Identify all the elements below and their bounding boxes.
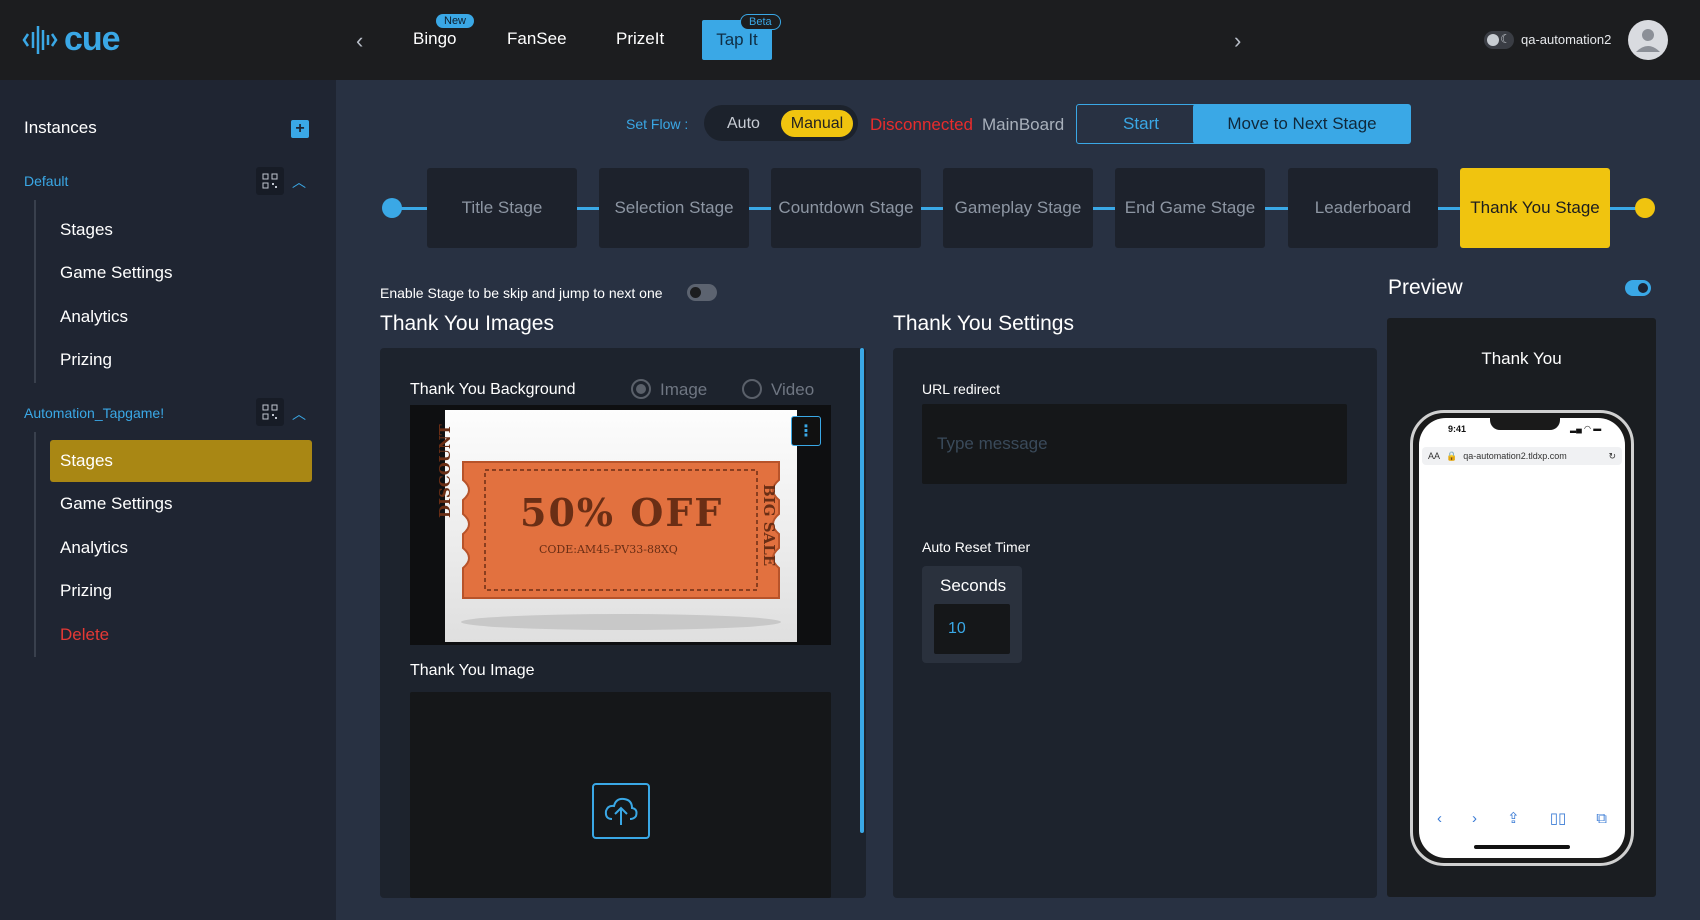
- nav-prev-arrow-icon[interactable]: ‹: [356, 28, 363, 54]
- sidebar-item-game-settings[interactable]: Game Settings: [60, 263, 172, 283]
- sidebar-title: Instances: [24, 118, 97, 137]
- stage-start-dot: [382, 198, 402, 218]
- chevron-up-icon[interactable]: ︿: [292, 404, 306, 424]
- signal-wifi-battery-icon: ▂▄ ◠ ▬: [1570, 424, 1602, 433]
- set-flow-label: Set Flow :: [626, 116, 689, 132]
- back-icon: ‹: [1437, 809, 1443, 827]
- flow-auto-option[interactable]: Auto: [727, 115, 760, 133]
- preview-title: Preview: [1388, 276, 1463, 299]
- stage-thank-you[interactable]: Thank You Stage: [1460, 168, 1610, 248]
- coupon-code-text: CODE:AM45-PV33-88XQ: [539, 543, 678, 556]
- more-options-icon[interactable]: ⋮: [791, 416, 821, 446]
- settings-section-title: Thank You Settings: [893, 312, 1074, 335]
- sidebar-item-analytics[interactable]: Analytics: [60, 538, 128, 558]
- qr-code-icon[interactable]: [256, 398, 284, 426]
- radio-video[interactable]: [742, 379, 762, 399]
- qr-code-icon[interactable]: [256, 167, 284, 195]
- skip-stage-label: Enable Stage to be skip and jump to next…: [380, 285, 663, 301]
- sidebar-item-stages-active[interactable]: Stages: [60, 451, 113, 471]
- nav-bingo[interactable]: Bingo: [413, 29, 456, 49]
- text-size-icon: AA: [1428, 451, 1441, 461]
- move-next-stage-button[interactable]: Move to Next Stage: [1193, 104, 1411, 144]
- thank-you-image-label: Thank You Image: [410, 662, 535, 679]
- chevron-up-icon[interactable]: ︿: [292, 172, 306, 192]
- sidebar-item-prizing[interactable]: Prizing: [60, 350, 112, 370]
- theme-toggle[interactable]: ☾: [1484, 31, 1514, 49]
- logo-text: cue: [64, 20, 121, 58]
- stage-end-dot: [1635, 198, 1655, 218]
- logo-waveform-icon: [22, 25, 58, 54]
- radio-image-label: Image: [660, 380, 708, 399]
- toggle-knob: [1638, 283, 1648, 293]
- background-label: Thank You Background: [410, 381, 576, 398]
- avatar[interactable]: [1628, 20, 1668, 60]
- flow-manual-option[interactable]: Manual: [781, 110, 853, 137]
- cue-logo[interactable]: cue: [22, 20, 121, 59]
- start-button[interactable]: Start: [1076, 104, 1206, 144]
- preview-toggle[interactable]: [1625, 280, 1651, 296]
- top-bar: cue ‹ New Bingo FanSee PrizeIt Tap It Be…: [0, 0, 1700, 80]
- sidebar-item-stages[interactable]: Stages: [60, 220, 113, 240]
- sidebar-item-game-settings[interactable]: Game Settings: [60, 494, 172, 514]
- upload-button[interactable]: [592, 783, 650, 839]
- add-instance-button[interactable]: +: [291, 120, 309, 138]
- nav-prizeit[interactable]: PrizeIt: [616, 29, 664, 49]
- radio-image[interactable]: [631, 379, 651, 399]
- tabs-icon: ⧉: [1596, 809, 1607, 827]
- stage-leaderboard[interactable]: Leaderboard: [1288, 168, 1438, 248]
- stage-gameplay[interactable]: Gameplay Stage: [943, 168, 1093, 248]
- url-redirect-label: URL redirect: [922, 381, 1001, 397]
- coupon-right-text: BIG SALE: [760, 484, 778, 567]
- phone-toolbar: ‹ › ⇪ ▯▯ ⧉: [1422, 806, 1622, 830]
- preview-thank-you-text: Thank You: [1481, 349, 1562, 368]
- user-icon: [1636, 29, 1660, 52]
- phone-url-text: qa-automation2.tldxp.com: [1463, 451, 1567, 461]
- sidebar-group-default[interactable]: Default: [24, 173, 68, 189]
- phone-time: 9:41: [1448, 424, 1467, 434]
- share-icon: ⇪: [1507, 810, 1520, 827]
- beta-badge: Beta: [740, 14, 781, 30]
- bookmarks-icon: ▯▯: [1549, 810, 1567, 827]
- connection-status: Disconnected: [870, 115, 974, 134]
- tree-line: [34, 200, 36, 383]
- url-redirect-input[interactable]: [922, 404, 1347, 484]
- forward-icon: ›: [1472, 809, 1478, 827]
- board-name: MainBoard: [982, 115, 1065, 134]
- username: qa-automation2: [1521, 32, 1612, 47]
- sidebar-item-delete[interactable]: Delete: [60, 625, 109, 645]
- moon-icon: ☾: [1500, 32, 1511, 46]
- skip-stage-toggle[interactable]: [687, 284, 717, 301]
- seconds-input[interactable]: [934, 604, 1010, 654]
- tree-line: [34, 432, 36, 657]
- reload-icon: ↻: [1608, 450, 1616, 461]
- cloud-upload-icon: [604, 797, 638, 825]
- phone-home-indicator: [1474, 845, 1570, 849]
- phone-url-bar: AA 🔒 qa-automation2.tldxp.com ↻: [1422, 447, 1622, 465]
- stage-title[interactable]: Title Stage: [427, 168, 577, 248]
- seconds-label: Seconds: [940, 576, 1007, 595]
- lock-icon: 🔒: [1446, 450, 1458, 461]
- stage-countdown[interactable]: Countdown Stage: [771, 168, 921, 248]
- nav-next-arrow-icon[interactable]: ›: [1234, 28, 1241, 54]
- toggle-knob: [1487, 34, 1499, 46]
- auto-reset-timer-label: Auto Reset Timer: [922, 539, 1031, 555]
- sidebar-item-analytics[interactable]: Analytics: [60, 307, 128, 327]
- new-badge: New: [436, 14, 475, 28]
- phone-screen: [1419, 418, 1625, 858]
- radio-video-label: Video: [771, 380, 815, 399]
- toggle-knob: [690, 287, 701, 298]
- sidebar-group-automation[interactable]: Automation_Tapgame!: [24, 405, 164, 421]
- phone-notch: [1490, 414, 1560, 430]
- panel-scrollbar[interactable]: [860, 348, 864, 833]
- coupon-left-text: DISCOUNT: [436, 424, 454, 518]
- sidebar-item-prizing[interactable]: Prizing: [60, 581, 112, 601]
- stage-end-game[interactable]: End Game Stage: [1115, 168, 1265, 248]
- nav-fansee[interactable]: FanSee: [507, 29, 567, 49]
- stage-selection[interactable]: Selection Stage: [599, 168, 749, 248]
- coupon-main-text: 50% OFF: [520, 490, 724, 535]
- images-section-title: Thank You Images: [380, 312, 554, 335]
